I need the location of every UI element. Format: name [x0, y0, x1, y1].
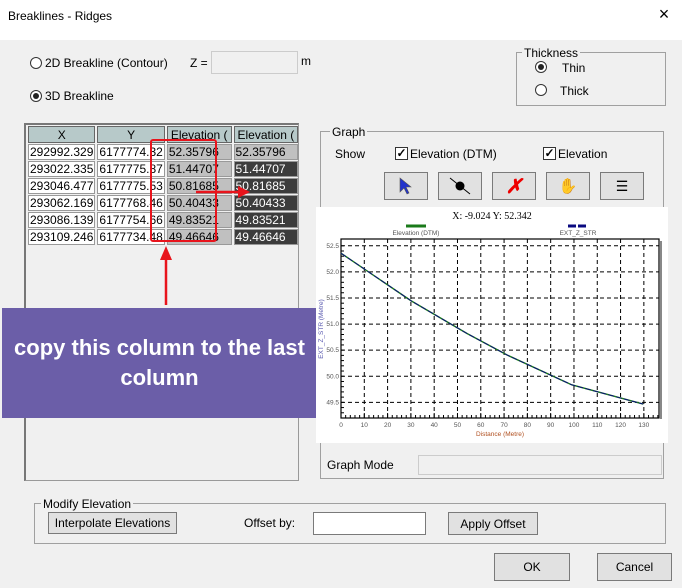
x-axis-label: Distance (Metre): [476, 431, 524, 438]
x-tick-label: 70: [500, 422, 508, 429]
x-tick-label: 50: [454, 422, 462, 429]
offset-by-label: Offset by:: [244, 516, 296, 530]
thickness-group: [516, 52, 666, 106]
instruction-callout: copy this column to the last column: [2, 308, 317, 418]
pan-tool-button[interactable]: ✋: [546, 172, 590, 200]
series-line-1: [340, 252, 644, 405]
point-tool-button[interactable]: [438, 172, 482, 200]
red-x-icon: ✗: [505, 175, 523, 198]
select-tool-button[interactable]: [384, 172, 428, 200]
table-cell[interactable]: 293062.169: [28, 195, 96, 211]
x-tick-label: 40: [431, 422, 439, 429]
radio-3d-breakline[interactable]: [30, 90, 42, 102]
hand-icon: ✋: [558, 178, 578, 195]
point-icon: [449, 177, 471, 195]
list-tool-button[interactable]: ☰: [600, 172, 644, 200]
table-cell[interactable]: 293046.477: [28, 178, 96, 194]
close-icon[interactable]: ×: [652, 4, 676, 25]
cancel-button[interactable]: Cancel: [597, 553, 672, 581]
table-cell[interactable]: 293086.139: [28, 212, 96, 228]
show-dtm-label: Elevation (DTM): [410, 147, 497, 161]
table-cell[interactable]: 292992.329: [28, 144, 96, 160]
x-tick-label: 90: [547, 422, 555, 429]
table-cell[interactable]: 293109.246: [28, 229, 96, 245]
window-title: Breaklines - Ridges: [8, 9, 113, 23]
interpolate-elevations-button[interactable]: Interpolate Elevations: [48, 512, 177, 534]
radio-thin-label: Thin: [562, 61, 586, 75]
column-header-x[interactable]: X: [28, 126, 96, 143]
offset-input[interactable]: [313, 512, 426, 535]
z-unit: m: [301, 54, 311, 68]
arrow-right-icon: [238, 186, 250, 198]
x-tick-label: 0: [339, 422, 343, 429]
annotation-arrows: [160, 186, 250, 305]
legend-label: EXT_Z_STR: [560, 230, 597, 237]
show-label: Show: [335, 147, 366, 161]
arrow-cursor-icon: [399, 177, 412, 195]
show-elevation-checkbox[interactable]: ✓: [543, 147, 556, 160]
x-tick-label: 80: [524, 422, 532, 429]
x-tick-label: 130: [638, 422, 649, 429]
graph-label: Graph: [330, 125, 368, 139]
chart-title: X: -9.024 Y: 52.342: [452, 211, 532, 222]
radio-2d-label: 2D Breakline (Contour): [45, 56, 168, 70]
column-header-elevation[interactable]: Elevation (: [233, 126, 299, 143]
y-axis-label: EXT_Z_STR (Metre): [318, 299, 325, 359]
radio-thin[interactable]: [535, 61, 547, 73]
modify-elevation-label: Modify Elevation: [41, 497, 134, 511]
elevation-profile-chart[interactable]: X: -9.024 Y: 52.342 Elevation (DTM) EXT_Z_…: [316, 207, 668, 443]
radio-2d-breakline[interactable]: [30, 57, 42, 69]
x-tick-label: 30: [407, 422, 415, 429]
y-tick-label: 51.0: [326, 321, 339, 328]
table-cell[interactable]: 293022.335: [28, 161, 96, 177]
apply-offset-button[interactable]: Apply Offset: [448, 512, 538, 535]
graph-mode-label: Graph Mode: [327, 458, 394, 472]
graph-mode-field: [418, 455, 662, 475]
x-tick-label: 10: [361, 422, 369, 429]
y-tick-label: 52.0: [326, 269, 339, 276]
y-tick-label: 50.0: [326, 373, 339, 380]
y-tick-label: 49.5: [326, 399, 339, 406]
z-label: Z =: [190, 56, 208, 70]
x-tick-label: 110: [592, 422, 603, 429]
y-tick-label: 50.5: [326, 347, 339, 354]
series-line-0: [340, 252, 644, 405]
table-cell[interactable]: 51.44707: [233, 161, 299, 177]
list-icon: ☰: [615, 177, 629, 194]
y-tick-label: 51.5: [326, 295, 339, 302]
table-cell[interactable]: 52.35796: [233, 144, 299, 160]
y-tick-label: 52.5: [326, 243, 339, 250]
x-tick-label: 60: [477, 422, 485, 429]
plot-frame: [340, 238, 660, 419]
delete-tool-button[interactable]: ✗: [492, 172, 536, 200]
radio-thick-label: Thick: [560, 84, 589, 98]
thickness-label: Thickness: [522, 46, 581, 60]
ok-button[interactable]: OK: [494, 553, 570, 581]
x-tick-label: 120: [615, 422, 626, 429]
x-tick-label: 20: [384, 422, 392, 429]
x-tick-label: 100: [569, 422, 580, 429]
arrow-up-icon: [160, 246, 172, 260]
show-dtm-checkbox[interactable]: ✓: [395, 147, 408, 160]
radio-thick[interactable]: [535, 84, 547, 96]
z-input[interactable]: [211, 51, 298, 74]
show-elevation-label: Elevation: [558, 147, 608, 161]
radio-3d-label: 3D Breakline: [45, 89, 114, 103]
legend-label: Elevation (DTM): [393, 230, 440, 237]
